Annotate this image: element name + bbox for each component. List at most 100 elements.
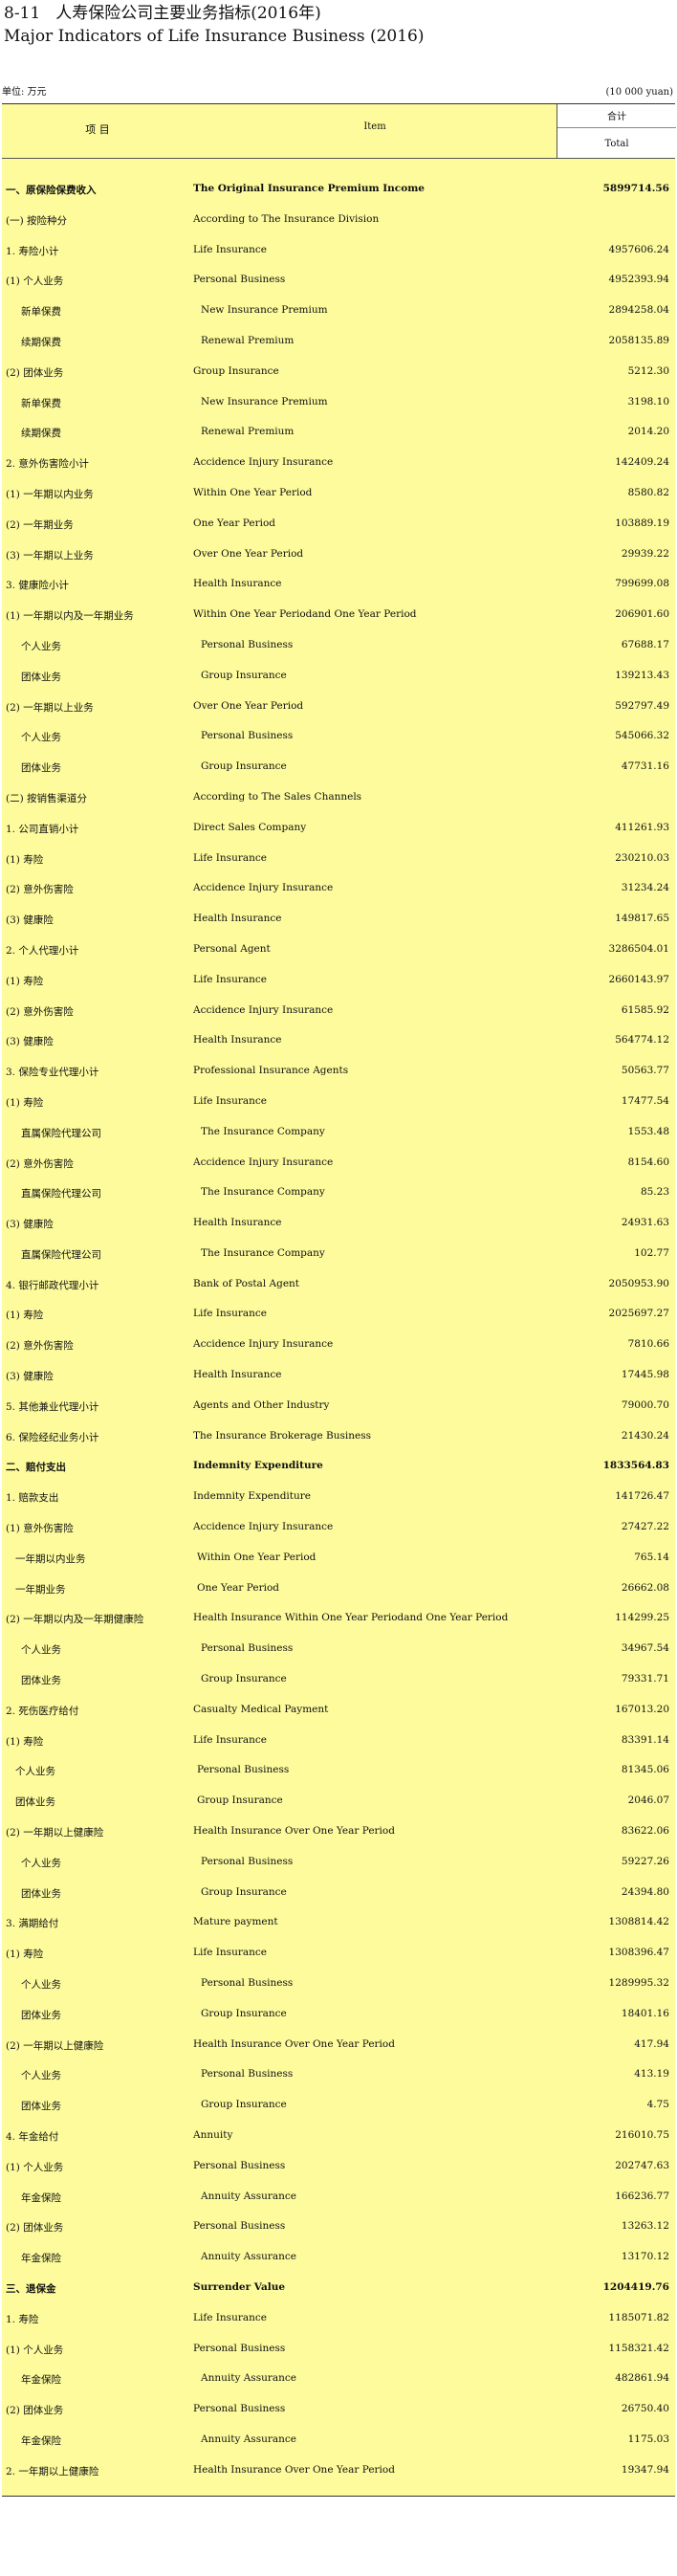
row-label-zh: 直属保险代理公司 xyxy=(21,1188,101,1200)
table-row: (2) 意外伤害险 Accidence Injury Insurance 8154.… xyxy=(2,1148,675,1178)
row-label-zh: 5. 其他兼业代理小计 xyxy=(6,1400,99,1413)
row-value: 1289995.32 xyxy=(608,1977,669,1990)
header-total-en: Total xyxy=(604,139,629,149)
row-label-en: Bank of Postal Agent xyxy=(193,1277,300,1289)
row-label-en: Accidence Injury Insurance xyxy=(193,1521,334,1533)
row-label-en: The Insurance Brokerage Business xyxy=(193,1429,372,1442)
row-label-en: Personal Business xyxy=(201,1977,294,1990)
table-row: 5. 其他兼业代理小计 Agents and Other Industry 7900… xyxy=(2,1391,675,1421)
row-label-zh: 1. 赔款支出 xyxy=(6,1492,59,1505)
row-label-zh: 个人业务 xyxy=(21,2070,61,2082)
row-label-en: Health Insurance Over One Year Period xyxy=(193,2037,395,2050)
table-row: 1. 寿险小计 Life Insurance 4957606.24 xyxy=(2,235,675,266)
row-label-en: Group Insurance xyxy=(201,669,287,681)
table-row: (2) 团体业务 Group Insurance 5212.30 xyxy=(2,357,675,387)
row-label-zh: (3) 健康险 xyxy=(6,1219,54,1231)
table-row: (3) 健康险 Health Insurance 149817.65 xyxy=(2,904,675,935)
row-value: 799699.08 xyxy=(615,578,669,590)
row-label-zh: 3. 健康险小计 xyxy=(6,580,69,592)
table-body: 一、原保险保费收入 The Original Insurance Premium … xyxy=(2,174,675,2486)
table-row: 年金保险 Annuity Assurance 13170.12 xyxy=(2,2242,675,2273)
title-zh-text: 人寿保险公司主要业务指标(2016年) xyxy=(55,4,321,23)
row-value: 417.94 xyxy=(634,2037,669,2050)
row-label-zh: 4. 银行邮政代理小计 xyxy=(6,1279,99,1291)
table-row: 1. 公司直销小计 Direct Sales Company 411261.93 xyxy=(2,813,675,844)
row-value: 81345.06 xyxy=(621,1764,669,1776)
row-label-zh: 直属保险代理公司 xyxy=(21,1127,101,1139)
row-label-zh: (1) 寿险 xyxy=(6,1096,44,1109)
row-value: 765.14 xyxy=(634,1551,669,1563)
row-label-en: Direct Sales Company xyxy=(193,821,307,833)
row-label-zh: (1) 个人业务 xyxy=(6,2344,64,2356)
row-label-en: One Year Period xyxy=(197,1581,279,1594)
row-value: 67688.17 xyxy=(621,638,669,650)
title-english: Major Indicators of Life Insurance Busin… xyxy=(4,27,425,46)
table-row: (1) 寿险 Life Insurance 83391.14 xyxy=(2,1726,675,1756)
row-label-en: Indemnity Expenditure xyxy=(193,1460,323,1472)
table-row: 年金保险 Annuity Assurance 482861.94 xyxy=(2,2364,675,2394)
row-value: 8580.82 xyxy=(627,486,669,498)
row-label-zh: 团体业务 xyxy=(21,2101,61,2113)
row-label-zh: (1) 寿险 xyxy=(6,1949,44,1961)
row-label-en: Accidence Injury Insurance xyxy=(193,1156,334,1168)
table-row: (2) 意外伤害险 Accidence Injury Insurance 31234… xyxy=(2,873,675,904)
row-label-zh: 6. 保险经纪业务小计 xyxy=(6,1431,99,1443)
row-label-en: Health Insurance Over One Year Period xyxy=(193,1825,395,1838)
row-label-zh: (2) 意外伤害险 xyxy=(6,1005,74,1018)
row-label-zh: (1) 一年期以内业务 xyxy=(6,488,94,500)
table-row: (2) 一年期以上健康险 Health Insurance Over One Ye… xyxy=(2,1816,675,1847)
row-label-en: The Insurance Company xyxy=(201,1186,325,1199)
row-value: 85.23 xyxy=(640,1186,669,1199)
row-label-en: Within One Year Period xyxy=(193,486,313,498)
row-label-zh: (2) 一年期以内及一年期健康险 xyxy=(6,1614,144,1626)
row-value: 206901.60 xyxy=(615,608,669,621)
row-value: 2014.20 xyxy=(627,426,669,438)
table-row: (2) 一年期以上健康险 Health Insurance Over One Ye… xyxy=(2,2030,675,2060)
row-label-en: Health Insurance xyxy=(193,913,282,925)
table-row: (1) 寿险 Life Insurance 2660143.97 xyxy=(2,965,675,996)
row-label-en: Accidence Injury Insurance xyxy=(193,456,334,469)
table-row: 续期保费 Renewal Premium 2014.20 xyxy=(2,417,675,448)
row-label-en: Renewal Premium xyxy=(201,426,295,438)
row-label-en: Annuity Assurance xyxy=(201,2433,296,2445)
row-label-en: Personal Business xyxy=(193,2342,286,2354)
row-label-zh: (2) 意外伤害险 xyxy=(6,1340,74,1353)
row-label-zh: (1) 意外伤害险 xyxy=(6,1523,74,1535)
row-value: 24931.63 xyxy=(621,1217,669,1229)
table-row: 直属保险代理公司 The Insurance Company 1553.48 xyxy=(2,1117,675,1148)
row-label-zh: 二、赔付支出 xyxy=(6,1462,66,1474)
row-label-zh: (1) 寿险 xyxy=(6,1735,44,1748)
row-value: 4.75 xyxy=(646,2099,669,2111)
row-label-en: Group Insurance xyxy=(201,1885,287,1898)
row-label-en: Mature payment xyxy=(193,1916,278,1928)
table-row: (1) 寿险 Life Insurance 1308396.47 xyxy=(2,1938,675,1969)
row-label-en: Annuity xyxy=(193,2129,233,2141)
row-label-en: According to The Insurance Division xyxy=(193,212,380,225)
row-value: 24394.80 xyxy=(621,1885,669,1898)
row-value: 26750.40 xyxy=(621,2403,669,2415)
row-label-en: Health Insurance xyxy=(193,1034,282,1046)
row-label-en: Health Insurance xyxy=(193,578,282,590)
row-label-zh: 年金保险 xyxy=(21,2434,61,2447)
table-row: 团体业务 Group Insurance 2046.07 xyxy=(2,1786,675,1816)
table-row: 新单保费 New Insurance Premium 2894258.04 xyxy=(2,296,675,326)
row-label-zh: 新单保费 xyxy=(21,306,61,319)
row-value: 2025697.27 xyxy=(608,1308,669,1320)
row-value: 2046.07 xyxy=(627,1794,669,1807)
table-row: (1) 个人业务 Personal Business 1158321.42 xyxy=(2,2334,675,2365)
row-value: 29939.22 xyxy=(621,547,669,560)
row-label-zh: 一、原保险保费收入 xyxy=(6,185,97,196)
row-value: 83391.14 xyxy=(621,1733,669,1746)
row-label-zh: (1) 寿险 xyxy=(6,975,44,987)
row-value: 18401.16 xyxy=(621,2007,669,2019)
row-label-en: Over One Year Period xyxy=(193,699,304,712)
table-row: 三、退保金 Surrender Value 1204419.76 xyxy=(2,2273,675,2303)
row-label-zh: (1) 一年期以内及一年期业务 xyxy=(6,610,134,623)
table-row: 二、赔付支出 Indemnity Expenditure 1833564.83 xyxy=(2,1451,675,1482)
table-row: 个人业务 Personal Business 81345.06 xyxy=(2,1755,675,1786)
row-label-en: Indemnity Expenditure xyxy=(193,1490,311,1503)
row-label-en: Within One Year Periodand One Year Perio… xyxy=(193,608,417,621)
row-value: 59227.26 xyxy=(621,1855,669,1867)
row-label-en: Personal Business xyxy=(193,274,286,286)
row-value: 31234.24 xyxy=(621,882,669,894)
